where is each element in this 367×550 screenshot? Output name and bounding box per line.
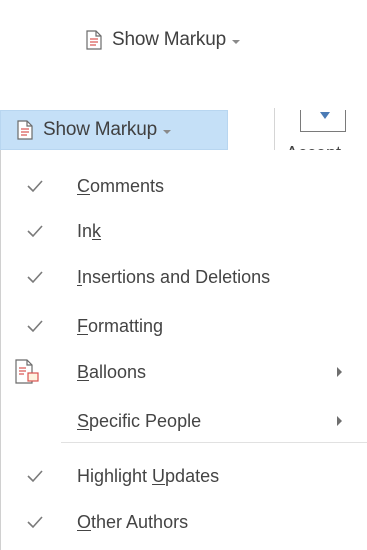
checkmark-icon — [27, 225, 43, 238]
show-markup-menu: Comments Ink Insertions and Deletions Fo… — [0, 150, 367, 550]
menu-item-ink[interactable]: Ink — [1, 208, 367, 254]
menu-item-balloons[interactable]: Balloons — [1, 349, 367, 395]
checkmark-icon — [27, 320, 43, 333]
menu-item-comments[interactable]: Comments — [1, 163, 367, 209]
show-markup-button[interactable]: Show Markup — [80, 20, 246, 60]
document-markup-icon — [86, 30, 102, 50]
document-markup-icon — [17, 120, 33, 140]
menu-separator — [61, 442, 367, 443]
submenu-arrow-icon — [337, 416, 342, 426]
accept-icon[interactable] — [300, 110, 346, 132]
menu-item-highlight-updates[interactable]: Highlight Updates — [1, 453, 367, 499]
menu-item-label: Other Authors — [77, 511, 189, 532]
checkmark-icon — [27, 470, 43, 483]
menu-item-label: Formatting — [77, 315, 164, 336]
menu-item-formatting[interactable]: Formatting — [1, 303, 367, 349]
show-markup-label: Show Markup — [112, 29, 226, 50]
menu-item-label: Ink — [77, 220, 102, 241]
menu-item-insertions-deletions[interactable]: Insertions and Deletions — [1, 254, 367, 300]
checkmark-icon — [27, 516, 43, 529]
checkmark-icon — [27, 180, 43, 193]
menu-item-label: Highlight Updates — [77, 465, 220, 486]
chevron-down-icon — [231, 39, 240, 44]
chevron-down-icon — [162, 129, 171, 134]
balloons-icon — [15, 359, 39, 384]
accept-arrow-icon — [320, 112, 330, 119]
menu-item-specific-people[interactable]: Specific People — [1, 398, 367, 444]
show-markup-label: Show Markup — [43, 119, 157, 140]
show-markup-button-open[interactable]: Show Markup — [0, 110, 228, 150]
ribbon-divider — [274, 108, 275, 152]
submenu-arrow-icon — [337, 367, 342, 377]
menu-item-label: Specific People — [77, 410, 202, 431]
checkmark-icon — [27, 271, 43, 284]
menu-item-label: Comments — [77, 175, 165, 196]
menu-item-other-authors[interactable]: Other Authors — [1, 499, 367, 545]
menu-item-label: Balloons — [77, 361, 147, 382]
menu-item-label: Insertions and Deletions — [77, 266, 271, 287]
